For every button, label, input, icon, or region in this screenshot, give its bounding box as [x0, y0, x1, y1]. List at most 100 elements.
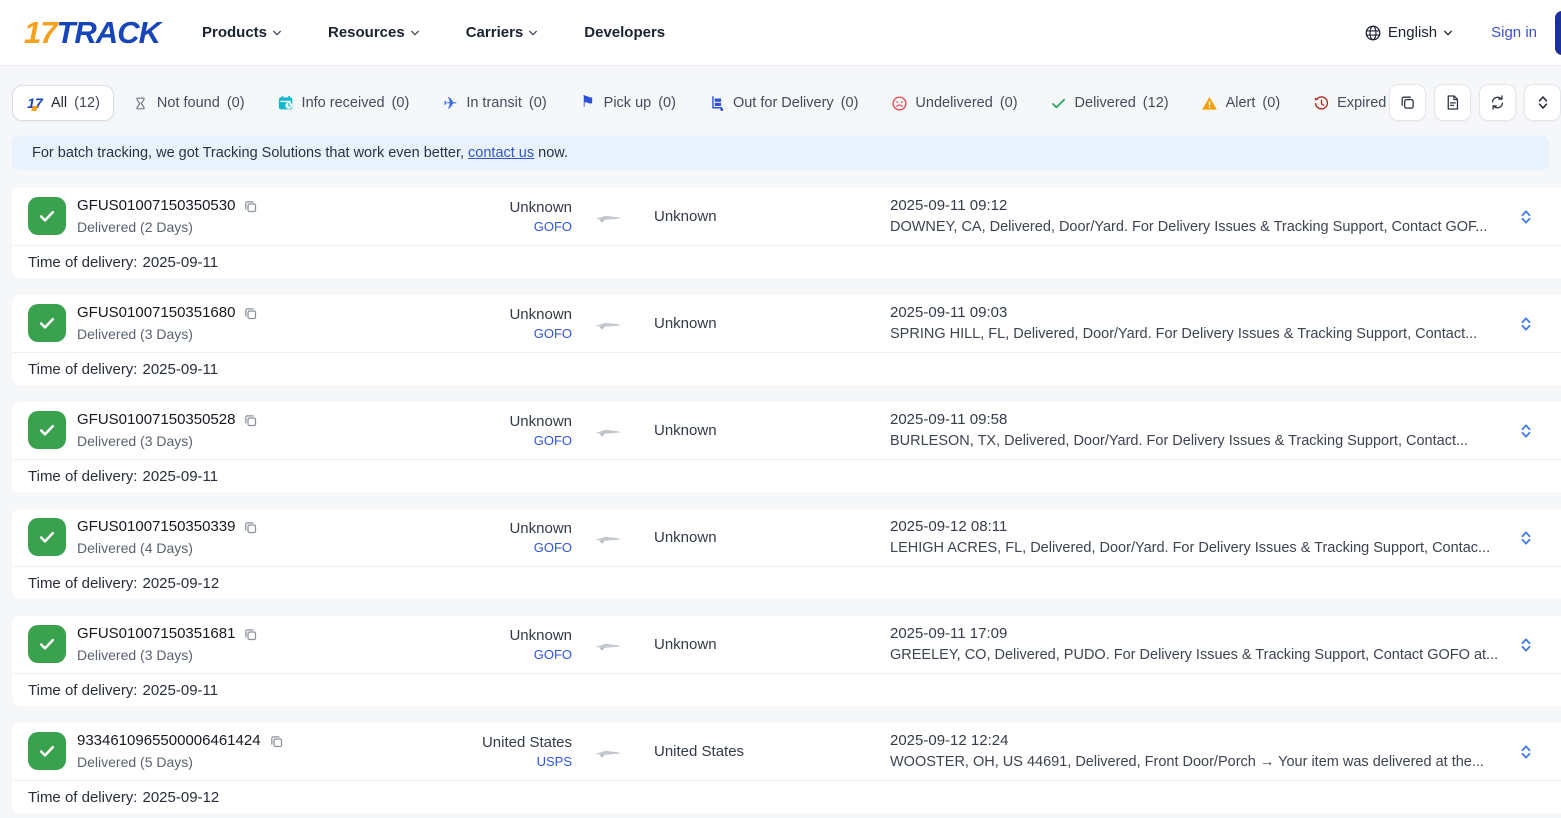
tracking-number[interactable]: GFUS01007150350530 [77, 196, 235, 216]
row-select-checkbox[interactable] [28, 625, 66, 664]
expand-collapse-icon [1521, 637, 1531, 652]
nav-carriers[interactable]: Carriers [466, 24, 539, 41]
carrier-link[interactable]: GOFO [452, 218, 572, 236]
copy-tracking-button[interactable] [269, 734, 284, 749]
export-button[interactable] [1434, 84, 1471, 121]
time-of-delivery-row: Time of delivery: 2025-09-11 [12, 352, 1561, 385]
row-select-checkbox[interactable] [28, 732, 66, 771]
expand-row-button[interactable] [1507, 743, 1545, 761]
origin-country: Unknown [509, 412, 572, 430]
copy-icon [245, 628, 257, 640]
refresh-button[interactable] [1479, 84, 1516, 121]
tab-in-transit[interactable]: ✈ In transit (0) [427, 85, 560, 121]
expand-row-button[interactable] [1507, 315, 1545, 333]
copy-tracking-button[interactable] [243, 199, 258, 214]
sort-button[interactable] [1524, 84, 1561, 121]
copy-tracking-button[interactable] [243, 306, 258, 321]
nav-carriers-label: Carriers [465, 24, 524, 41]
document-icon [1447, 95, 1459, 110]
tab-delivered[interactable]: Delivered (12) [1036, 85, 1183, 121]
tracking-number[interactable]: GFUS01007150350528 [77, 410, 235, 430]
shipment-row-main: GFUS01007150350530 Delivered (2 Days) Un… [12, 188, 1561, 245]
carrier-link[interactable]: GOFO [452, 646, 572, 664]
tab-undelivered[interactable]: Undelivered (0) [876, 85, 1031, 121]
tab-all[interactable]: 17 All (12) [12, 85, 114, 121]
promo-banner: For batch tracking, we got Tracking Solu… [12, 136, 1549, 170]
row-select-checkbox[interactable] [28, 411, 66, 450]
plane-route-icon [595, 643, 621, 651]
header-right: English Sign in [1364, 24, 1537, 42]
language-label: English [1387, 24, 1438, 41]
route-cell [572, 637, 644, 653]
tracking-number[interactable]: GFUS01007150350339 [77, 517, 235, 537]
row-select-checkbox[interactable] [28, 518, 66, 557]
copy-tracking-button[interactable] [243, 627, 258, 642]
event-datetime: 2025-09-11 09:12 [890, 197, 1008, 215]
shipment-row: 9334610965500006461424 Delivered (5 Days… [12, 723, 1561, 813]
expand-row-button[interactable] [1507, 422, 1545, 440]
edge-cutoff-button[interactable] [1555, 11, 1561, 55]
tab-not-found[interactable]: Not found (0) [118, 85, 259, 121]
chevron-down-icon [529, 30, 538, 36]
expand-collapse-icon [1521, 530, 1531, 545]
time-of-delivery-row: Time of delivery: 2025-09-11 [12, 673, 1561, 706]
shipment-row-main: GFUS01007150350528 Delivered (3 Days) Un… [12, 402, 1561, 459]
17track-logo[interactable]: 17TRACK [24, 15, 161, 51]
route-cell [572, 423, 644, 439]
row-select-checkbox[interactable] [28, 304, 66, 343]
copy-icon [245, 414, 257, 426]
event-datetime: 2025-09-11 09:03 [890, 304, 1008, 322]
time-of-delivery-label: Time of delivery: [28, 253, 138, 271]
tracking-number[interactable]: GFUS01007150351680 [77, 303, 235, 323]
airplane-icon: ✈ [443, 93, 458, 113]
carrier-link[interactable]: GOFO [452, 432, 572, 450]
delivery-status: Delivered (2 Days) [77, 219, 193, 236]
check-icon [39, 425, 55, 437]
tab-pick-up[interactable]: ⚑ Pick up (0) [565, 85, 690, 121]
carrier-link[interactable]: USPS [452, 753, 572, 771]
chevron-down-icon [410, 30, 419, 36]
copy-all-button[interactable] [1389, 84, 1426, 121]
language-selector[interactable]: English [1364, 24, 1453, 42]
tracking-block: GFUS01007150350528 Delivered (3 Days) [77, 410, 258, 451]
top-navbar: 17TRACK Products Resources Carriers Deve… [0, 0, 1561, 66]
tracking-number[interactable]: 9334610965500006461424 [77, 731, 261, 751]
event-detail: WOOSTER, OH, US 44691, Delivered, Front … [890, 753, 1484, 770]
shipment-id-cell: GFUS01007150350528 Delivered (3 Days) [28, 410, 452, 451]
row-select-checkbox[interactable] [28, 197, 66, 236]
origin-cell: Unknown GOFO [452, 304, 572, 343]
event-detail: LEHIGH ACRES, FL, Delivered, Door/Yard. … [890, 539, 1491, 556]
sad-face-icon [890, 94, 908, 112]
shipment-row: GFUS01007150350339 Delivered (4 Days) Un… [12, 509, 1561, 599]
shipment-row: GFUS01007150350528 Delivered (3 Days) Un… [12, 402, 1561, 492]
expand-row-button[interactable] [1507, 208, 1545, 226]
sign-in-link[interactable]: Sign in [1491, 24, 1537, 41]
nav-resources[interactable]: Resources [328, 24, 420, 41]
tab-alert[interactable]: Alert (0) [1187, 85, 1295, 121]
tab-out-for-delivery-count: (0) [840, 95, 859, 111]
tab-delivered-count: (12) [1142, 95, 1169, 111]
tracking-block: GFUS01007150351680 Delivered (3 Days) [77, 303, 258, 344]
destination-country: United States [654, 743, 745, 760]
nav-developers[interactable]: Developers [584, 24, 665, 41]
nav-products[interactable]: Products [202, 24, 282, 41]
copy-tracking-button[interactable] [243, 520, 258, 535]
carrier-link[interactable]: GOFO [452, 539, 572, 557]
contact-us-link[interactable]: contact us [468, 145, 534, 161]
tab-info-received[interactable]: Info received (0) [263, 85, 424, 121]
time-of-delivery-row: Time of delivery: 2025-09-12 [12, 780, 1561, 813]
delivery-status: Delivered (3 Days) [77, 433, 193, 450]
tab-out-for-delivery-label: Out for Delivery [732, 95, 834, 111]
copy-tracking-button[interactable] [243, 413, 258, 428]
carrier-link[interactable]: GOFO [452, 325, 572, 343]
time-of-delivery-label: Time of delivery: [28, 360, 138, 378]
expand-row-button[interactable] [1507, 529, 1545, 547]
expand-row-button[interactable] [1507, 636, 1545, 654]
expand-collapse-icon [1521, 423, 1531, 438]
tab-pick-up-count: (0) [658, 95, 676, 111]
tab-out-for-delivery[interactable]: Out for Delivery (0) [694, 85, 872, 121]
time-of-delivery-value: 2025-09-11 [142, 360, 219, 378]
tracking-number[interactable]: GFUS01007150351681 [77, 624, 235, 644]
banner-text: For batch tracking, we got Tracking Solu… [32, 145, 568, 161]
hourglass-icon [132, 94, 150, 112]
